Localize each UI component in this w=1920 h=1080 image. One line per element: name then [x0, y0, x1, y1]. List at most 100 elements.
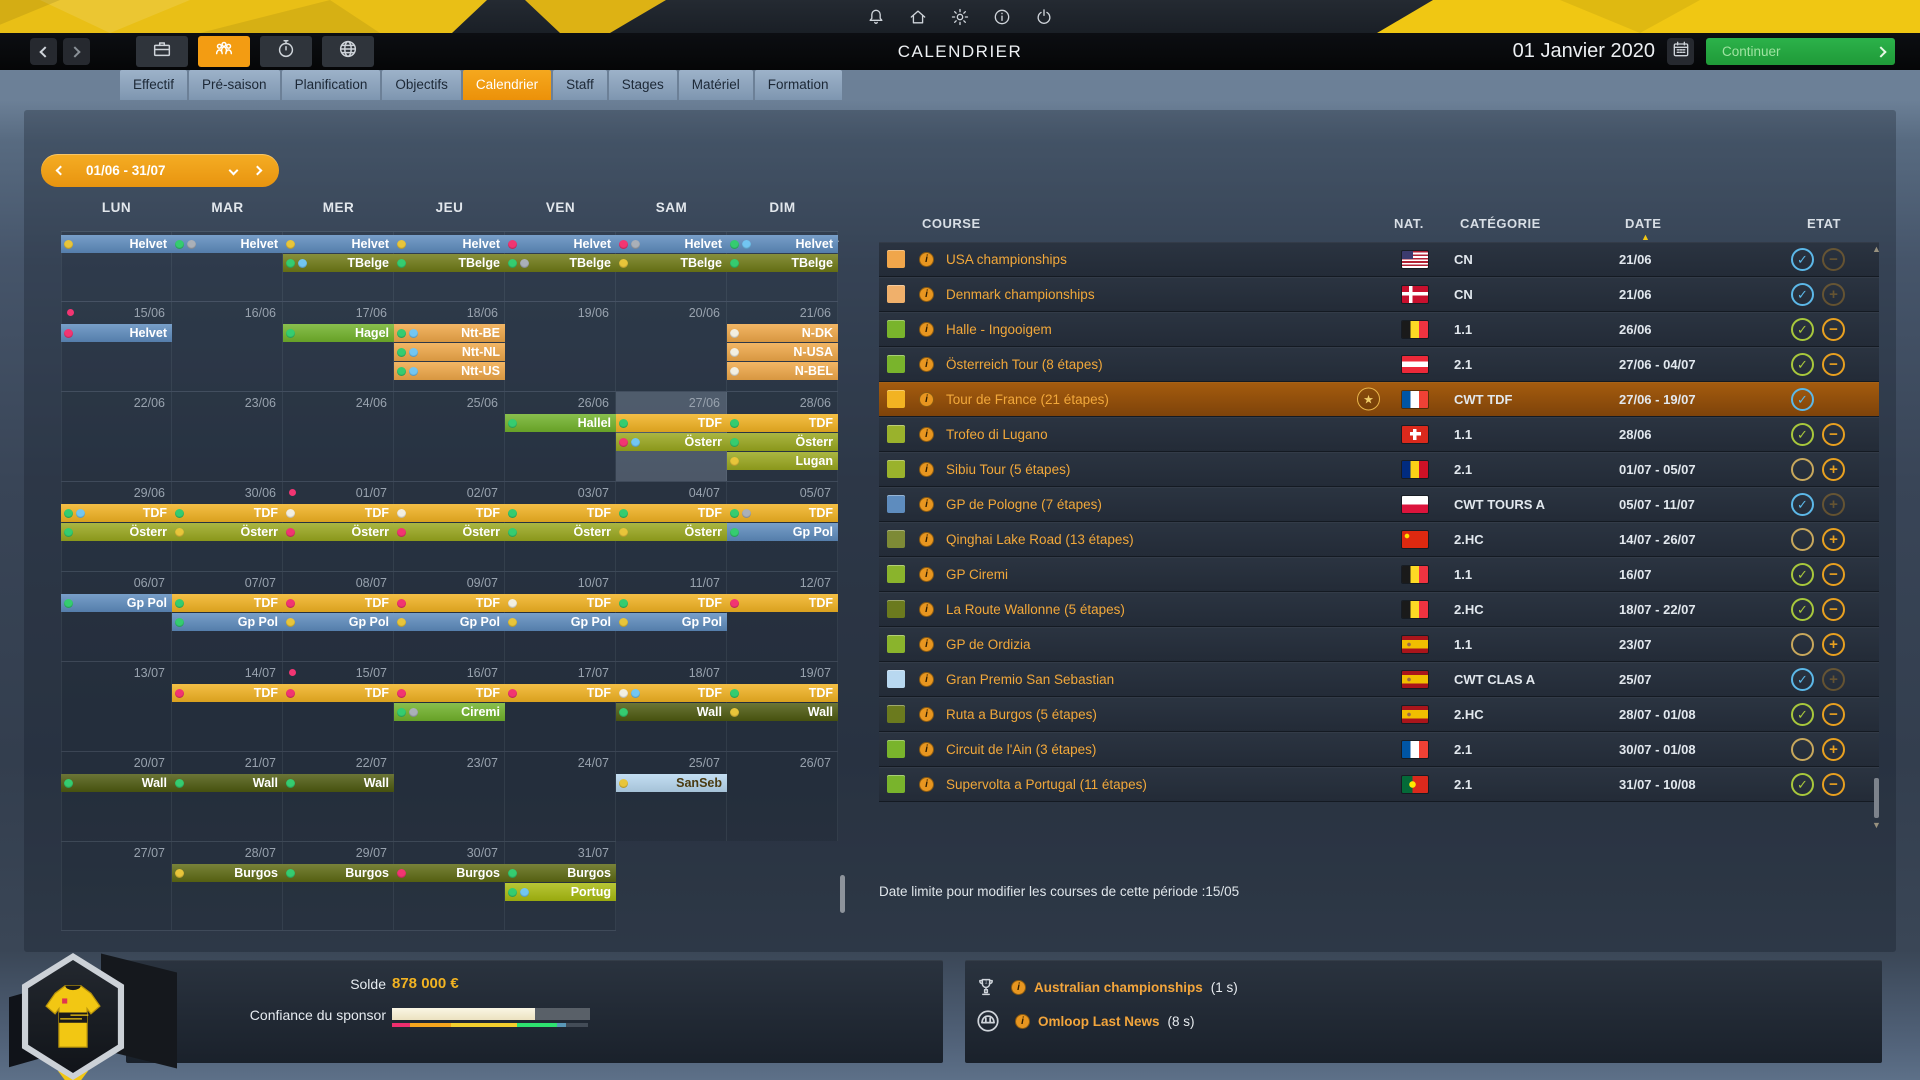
header-date[interactable]: DATE	[1625, 216, 1661, 231]
calendar-event[interactable]: Österr	[172, 523, 283, 541]
range-prev-icon[interactable]	[55, 165, 66, 176]
header-category[interactable]: CATÉGORIE	[1460, 216, 1541, 231]
calendar-popup-button[interactable]	[1667, 38, 1694, 65]
course-row[interactable]: i Sibiu Tour (5 étapes) 2.1 01/07 - 05/07 +	[879, 452, 1879, 487]
status-check-icon[interactable]: ✓	[1791, 387, 1814, 411]
remove-course-button[interactable]: −	[1822, 562, 1845, 586]
remove-course-button[interactable]: −	[1822, 702, 1845, 726]
calendar-event[interactable]: Hallel	[505, 414, 616, 432]
remove-course-button[interactable]: −	[1822, 597, 1845, 621]
course-row[interactable]: i Denmark championships CN 21/06 ✓ +	[879, 277, 1879, 312]
calendar-event[interactable]: Helvet	[394, 235, 505, 253]
news-item[interactable]: i Omloop Last News (8 s)	[975, 1008, 1195, 1034]
calendar-event[interactable]: Wall	[61, 774, 172, 792]
calendar-event[interactable]: TBelge	[283, 254, 394, 272]
course-row[interactable]: i Qinghai Lake Road (13 étapes) 2.HC 14/07 …	[879, 522, 1879, 557]
status-check-icon[interactable]	[1791, 737, 1814, 761]
status-check-icon[interactable]: ✓	[1791, 317, 1814, 341]
course-row[interactable]: i GP de Ordizia 1.1 23/07 +	[879, 627, 1879, 662]
calendar-event[interactable]: Österr	[505, 523, 616, 541]
add-course-button[interactable]: +	[1822, 667, 1845, 691]
bell-icon[interactable]	[866, 7, 886, 27]
calendar-event[interactable]: Lugan	[727, 452, 838, 470]
calendar-event[interactable]: Helvet	[61, 324, 172, 342]
home-icon[interactable]	[908, 7, 928, 27]
table-scroll-up-icon[interactable]: ▲	[1872, 244, 1881, 254]
calendar-event[interactable]: Gp Pol	[172, 613, 283, 631]
calendar-event[interactable]: Burgos	[172, 864, 283, 882]
remove-course-button[interactable]: −	[1822, 352, 1845, 376]
calendar-event[interactable]: TDF	[283, 594, 394, 612]
course-row[interactable]: i Gran Premio San Sebastian CWT CLAS A 25/0…	[879, 662, 1879, 697]
status-check-icon[interactable]: ✓	[1791, 422, 1814, 446]
calendar-event[interactable]: Helvet	[505, 235, 616, 253]
tab-effectif[interactable]: Effectif	[120, 70, 188, 100]
calendar-event[interactable]: Helvet	[616, 235, 727, 253]
news-title[interactable]: Australian championships	[1034, 980, 1203, 995]
calendar-event[interactable]: TDF	[172, 504, 283, 522]
calendar-event[interactable]: Helvet	[727, 235, 838, 253]
calendar-event[interactable]: SanSeb	[616, 774, 727, 792]
globe-menu-button[interactable]	[322, 36, 374, 67]
calendar-event[interactable]: Österr	[283, 523, 394, 541]
status-check-icon[interactable]: ✓	[1791, 352, 1814, 376]
course-row[interactable]: i GP Ciremi 1.1 16/07 ✓ −	[879, 557, 1879, 592]
calendar-event[interactable]: Helvet	[283, 235, 394, 253]
power-icon[interactable]	[1034, 7, 1054, 27]
calendar-event[interactable]: Burgos	[505, 864, 616, 882]
tab-calendrier[interactable]: Calendrier	[462, 70, 552, 100]
calendar-event[interactable]: N-BEL	[727, 362, 838, 380]
gear-icon[interactable]	[950, 7, 970, 27]
calendar-event[interactable]: Österr	[394, 523, 505, 541]
status-check-icon[interactable]: ✓	[1791, 282, 1814, 306]
calendar-event[interactable]: N-DK	[727, 324, 838, 342]
calendar-event[interactable]: TDF	[727, 684, 838, 702]
calendar-event[interactable]: Wall	[283, 774, 394, 792]
calendar-event[interactable]: TDF	[394, 504, 505, 522]
calendar-event[interactable]: Österr	[616, 433, 727, 451]
calendar-event[interactable]: Gp Pol	[394, 613, 505, 631]
forward-button[interactable]	[63, 38, 90, 65]
favorite-star-icon[interactable]: ★	[1357, 387, 1380, 411]
calendar-event[interactable]: TBelge	[616, 254, 727, 272]
header-course[interactable]: COURSE	[922, 216, 981, 231]
info-icon[interactable]	[992, 7, 1012, 27]
news-title[interactable]: Omloop Last News	[1038, 1014, 1160, 1029]
calendar-event[interactable]: Ntt-US	[394, 362, 505, 380]
stopwatch-menu-button[interactable]	[260, 36, 312, 67]
calendar-event[interactable]: Burgos	[394, 864, 505, 882]
calendar-event[interactable]: TDF	[727, 414, 838, 432]
calendar-event[interactable]: TDF	[61, 504, 172, 522]
calendar-event[interactable]: TDF	[727, 594, 838, 612]
calendar-event[interactable]: Portug	[505, 883, 616, 901]
calendar-event[interactable]: Gp Pol	[283, 613, 394, 631]
add-course-button[interactable]: +	[1822, 457, 1845, 481]
add-course-button[interactable]: +	[1822, 527, 1845, 551]
tab-staff[interactable]: Staff	[553, 70, 607, 100]
add-course-button[interactable]: +	[1822, 632, 1845, 656]
remove-course-button[interactable]: −	[1822, 422, 1845, 446]
range-dropdown-icon[interactable]	[228, 165, 239, 176]
status-check-icon[interactable]: ✓	[1791, 667, 1814, 691]
calendar-event[interactable]: Österr	[61, 523, 172, 541]
course-row[interactable]: i Circuit de l'Ain (3 étapes) 2.1 30/07 - 0…	[879, 732, 1879, 767]
status-check-icon[interactable]	[1791, 527, 1814, 551]
remove-course-button[interactable]: −	[1822, 772, 1845, 796]
continue-button[interactable]: Continuer	[1706, 38, 1895, 65]
team-badge[interactable]	[9, 953, 177, 1080]
calendar-event[interactable]: Österr	[616, 523, 727, 541]
calendar-event[interactable]: Ntt-BE	[394, 324, 505, 342]
calendar-event[interactable]: Ciremi	[394, 703, 505, 721]
calendar-event[interactable]: Helvet	[172, 235, 283, 253]
calendar-event[interactable]: TDF	[394, 594, 505, 612]
calendar-event[interactable]: Helvet	[61, 235, 172, 253]
status-check-icon[interactable]: ✓	[1791, 772, 1814, 796]
table-scrollbar-thumb[interactable]	[1874, 778, 1879, 818]
tab-stages[interactable]: Stages	[608, 70, 677, 100]
add-course-button[interactable]: +	[1822, 282, 1845, 306]
course-row[interactable]: i Ruta a Burgos (5 étapes) 2.HC 28/07 - 01/…	[879, 697, 1879, 732]
course-row[interactable]: i La Route Wallonne (5 étapes) 2.HC 18/07 -…	[879, 592, 1879, 627]
team-menu-button[interactable]	[136, 36, 188, 67]
status-check-icon[interactable]: ✓	[1791, 597, 1814, 621]
calendar-event[interactable]: TDF	[616, 414, 727, 432]
